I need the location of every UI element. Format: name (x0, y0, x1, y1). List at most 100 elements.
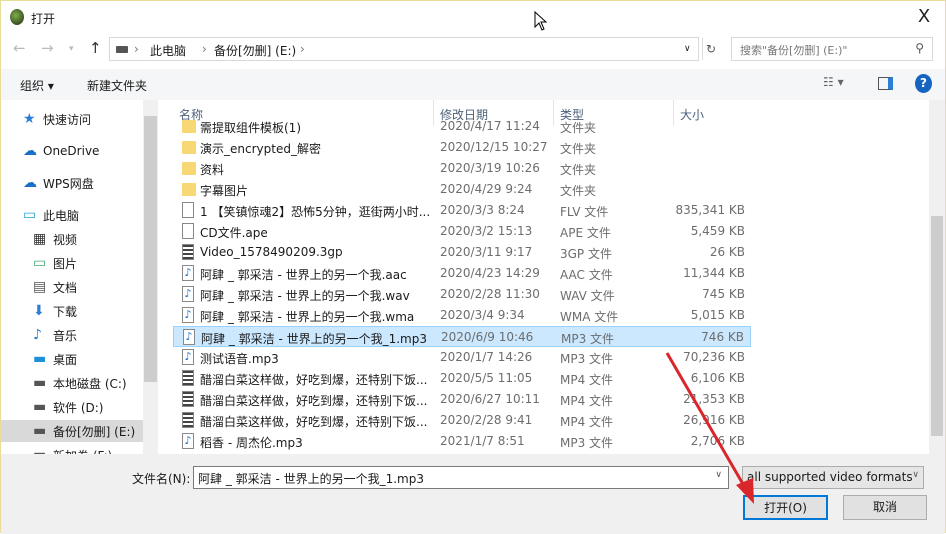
nav-item[interactable]: ▬ 备份[勿删] (E:) (1, 420, 143, 442)
nav-item[interactable]: ▭ 此电脑 (23, 204, 79, 226)
nav-item[interactable]: ▤ 文档 (33, 276, 77, 298)
file-size: 5,015 KB (690, 308, 745, 322)
file-row[interactable]: 需提取组件模板(1) 2020/4/17 11:24 文件夹 (173, 116, 751, 137)
music-file-icon: ♪ (183, 329, 195, 345)
nav-item[interactable]: ♪ 音乐 (33, 324, 77, 346)
file-type: WMA 文件 (560, 310, 619, 324)
file-name: 需提取组件模板(1) (200, 121, 301, 135)
file-date: 2020/4/29 9:24 (440, 182, 533, 196)
nav-item[interactable]: ▬ 新加卷 (F:) (33, 444, 112, 454)
back-arrow-icon[interactable]: ← (13, 39, 26, 57)
music-file-icon: ♪ (182, 286, 194, 302)
close-button[interactable]: X (909, 6, 939, 27)
file-date: 2020/2/28 11:30 (440, 287, 540, 301)
nav-item[interactable]: ▦ 视频 (33, 228, 77, 250)
organize-button[interactable]: 组织 ▾ (20, 77, 54, 94)
nav-item-label: 软件 (D:) (53, 400, 104, 415)
up-arrow-icon[interactable]: ↑ (89, 39, 102, 57)
file-name: 1 【笑镇惊魂2】恐怖5分钟，逛街两小时... (200, 205, 431, 219)
folder-file-icon (182, 162, 196, 175)
file-size: 21,353 KB (683, 392, 745, 406)
refresh-icon[interactable]: ↻ (706, 42, 716, 56)
drive-icon: ▬ (33, 375, 47, 391)
file-date: 2020/3/11 9:17 (440, 245, 533, 259)
file-row[interactable]: ♪ 阿肆 _ 郭采洁 - 世界上的另一个我.aac 2020/4/23 14:29 A… (173, 263, 751, 284)
file-row[interactable]: 醋溜白菜这样做，好吃到爆，还特别下饭... 2020/2/28 9:41 MP4 文… (173, 410, 751, 431)
nav-item[interactable]: ▭ 图片 (33, 252, 77, 274)
open-button[interactable]: 打开(O) (743, 495, 828, 520)
breadcrumb-this-pc[interactable]: 此电脑 (150, 42, 186, 59)
file-row[interactable]: ♪ 稻香 - 周杰伦.mp3 2021/1/7 8:51 MP3 文件 2,706 KB (173, 431, 751, 452)
file-row[interactable]: CD文件.ape 2020/3/2 15:13 APE 文件 5,459 KB (173, 221, 751, 242)
file-row[interactable]: ♪ 阿肆 _ 郭采洁 - 世界上的另一个我_1.mp3 2020/6/9 10:46… (173, 326, 751, 347)
file-date: 2020/6/27 10:11 (440, 392, 540, 406)
nav-item[interactable]: ★ 快速访问 (23, 108, 91, 130)
help-icon[interactable]: ? (915, 74, 932, 93)
file-name: 字幕图片 (200, 184, 249, 198)
mouse-cursor-icon (534, 11, 548, 31)
file-type: 文件夹 (560, 142, 597, 156)
nav-item[interactable]: ⬇ 下载 (33, 300, 77, 322)
file-list-scroll-thumb[interactable] (931, 216, 943, 436)
file-type: AAC 文件 (560, 268, 613, 282)
preview-pane-icon[interactable] (878, 77, 893, 90)
file-name: 稻香 - 周杰伦.mp3 (200, 436, 303, 450)
file-row[interactable]: 醋溜白菜这样做，好吃到爆，还特别下饭... 2020/5/5 11:05 MP4 文… (173, 368, 751, 389)
file-row[interactable]: Video_1578490209.3gp 2020/3/11 9:17 3GP 文件… (173, 242, 751, 263)
forward-arrow-icon[interactable]: → (41, 39, 54, 57)
file-type: MP4 文件 (560, 373, 614, 387)
nav-item-label: 音乐 (53, 328, 78, 343)
nav-scroll-thumb[interactable] (144, 116, 157, 382)
video-file-icon (182, 370, 194, 386)
address-bar[interactable]: › 此电脑 › 备份[勿删] (E:) › ∨ ↻ (109, 37, 716, 61)
file-row[interactable]: 字幕图片 2020/4/29 9:24 文件夹 (173, 179, 751, 200)
new-folder-button[interactable]: 新建文件夹 (87, 77, 147, 94)
file-date: 2020/2/28 9:41 (440, 413, 533, 427)
file-name: 醋溜白菜这样做，好吃到爆，还特别下饭... (200, 394, 428, 408)
filename-input[interactable]: 阿肆 _ 郭采洁 - 世界上的另一个我_1.mp3 ∨ (193, 466, 729, 489)
file-row[interactable]: 演示_encrypted_解密 2020/12/15 10:27 文件夹 (173, 137, 751, 158)
file-type: FLV 文件 (560, 205, 609, 219)
nav-item[interactable]: ☁ OneDrive (23, 140, 99, 162)
breadcrumb-separator-icon: › (202, 42, 207, 56)
file-row[interactable]: ♪ 测试语音.mp3 2020/1/7 14:26 MP3 文件 70,236 KB (173, 347, 751, 368)
documents-icon: ▤ (33, 279, 47, 295)
nav-item-label: 此电脑 (43, 208, 80, 223)
filter-value: all supported video formats (747, 470, 913, 484)
folder-file-icon (182, 141, 196, 154)
file-size: 5,459 KB (690, 224, 745, 238)
filename-value: 阿肆 _ 郭采洁 - 世界上的另一个我_1.mp3 (198, 472, 424, 486)
toolbar: 组织 ▾ 新建文件夹 ☷ ▾ ? (1, 69, 945, 100)
file-name: 醋溜白菜这样做，好吃到爆，还特别下饭... (200, 373, 428, 387)
file-row[interactable]: ♪ 阿肆 _ 郭采洁 - 世界上的另一个我.wma 2020/3/4 9:34 WMA… (173, 305, 751, 326)
desktop-icon: ▬ (33, 351, 47, 367)
nav-item[interactable]: ▬ 软件 (D:) (33, 396, 103, 418)
nav-item[interactable]: ▬ 本地磁盘 (C:) (33, 372, 127, 394)
search-input[interactable]: 搜索"备份[勿删] (E:)" ⚲ (731, 37, 933, 61)
file-row[interactable]: ♪ 阿肆 _ 郭采洁 - 世界上的另一个我.wav 2020/2/28 11:30 W… (173, 284, 751, 305)
doc-file-icon (182, 202, 194, 218)
file-list-scrollbar[interactable] (929, 100, 945, 454)
view-options-icon[interactable]: ☷ ▾ (823, 75, 844, 89)
nav-item[interactable]: ☁ WPS网盘 (23, 172, 94, 194)
file-row[interactable]: 资料 2020/3/19 10:26 文件夹 (173, 158, 751, 179)
file-name: 阿肆 _ 郭采洁 - 世界上的另一个我_1.mp3 (201, 332, 427, 346)
file-type: MP4 文件 (560, 415, 614, 429)
file-date: 2020/3/2 15:13 (440, 224, 533, 238)
nav-item[interactable]: ▬ 桌面 (33, 348, 77, 370)
doc-file-icon (182, 223, 194, 239)
file-row[interactable]: 醋溜白菜这样做，好吃到爆，还特别下饭... 2020/6/27 10:11 MP4 … (173, 389, 751, 410)
music-file-icon: ♪ (182, 433, 194, 449)
recent-chevron-icon[interactable]: ▾ (69, 44, 74, 54)
nav-scrollbar[interactable] (143, 100, 158, 454)
nav-item-label: 视频 (53, 232, 78, 247)
file-type-filter[interactable]: all supported video formats ∨ (742, 466, 924, 489)
cancel-button[interactable]: 取消 (843, 495, 927, 520)
search-icon[interactable]: ⚲ (915, 41, 924, 55)
star-icon: ★ (23, 111, 36, 127)
drive-icon: ▬ (33, 423, 47, 439)
filename-dropdown-icon[interactable]: ∨ (715, 470, 722, 480)
address-dropdown-icon[interactable]: ∨ (684, 44, 691, 54)
breadcrumb-drive-e[interactable]: 备份[勿删] (E:) (214, 42, 296, 59)
file-row[interactable]: 1 【笑镇惊魂2】恐怖5分钟，逛街两小时... 2020/3/3 8:24 FLV … (173, 200, 751, 221)
